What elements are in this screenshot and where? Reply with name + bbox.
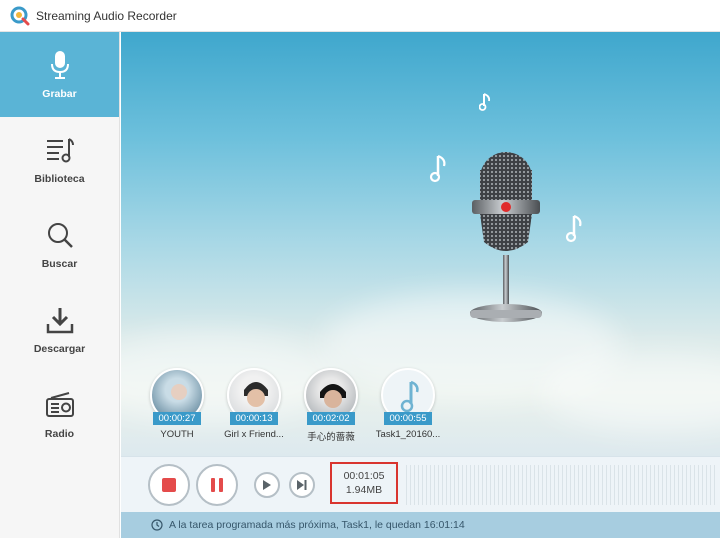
stop-icon [162,478,176,492]
download-icon [45,305,75,335]
recording-duration: 00:02:02 [306,412,356,425]
clock-icon [151,519,163,531]
schedule-status-text: A la tarea programada más próxima, Task1… [169,519,465,531]
sidebar-item-label: Radio [44,427,75,440]
recording-readout: 00:01:05 1.94MB [330,462,398,504]
skip-next-icon [297,480,307,490]
waveform [406,465,716,505]
music-note-icon [565,214,585,249]
app-title: Streaming Audio Recorder [36,8,177,23]
recording-duration: 00:00:13 [229,412,279,425]
recording-name: Task1_20160... [375,429,441,440]
pause-button[interactable] [196,464,238,506]
recent-recordings: 00:00:27 YOUTH 00:00:13 Girl x Friend...… [149,368,440,443]
sidebar-item-radio[interactable]: Radio [0,372,119,457]
sidebar-item-biblioteca[interactable]: Biblioteca [0,117,119,202]
recent-recording-item[interactable]: 00:00:13 Girl x Friend... [224,368,284,443]
playback-controls: 00:01:05 1.94MB [121,456,720,512]
search-icon [45,220,75,250]
next-button[interactable] [289,472,315,498]
recording-name: Girl x Friend... [224,429,284,440]
recording-name: YOUTH [160,429,194,440]
sidebar-item-label: Grabar [42,87,77,100]
sidebar-item-label: Buscar [41,257,78,270]
title-bar: Streaming Audio Recorder [0,0,720,32]
record-stage: 00:00:27 YOUTH 00:00:13 Girl x Friend...… [121,32,720,456]
play-icon [263,480,271,490]
elapsed-time: 00:01:05 [343,470,385,482]
library-icon [45,135,75,165]
music-note-icon [478,92,493,117]
recording-duration: 00:00:27 [152,412,202,425]
microphone-icon [45,50,75,80]
microphone-illustration [466,150,546,335]
pause-icon [211,478,223,492]
radio-icon [45,390,75,420]
recording-duration: 00:00:55 [383,412,433,425]
music-note-icon [429,154,449,189]
sidebar: Grabar Biblioteca Buscar Descargar Radio [0,32,120,538]
sidebar-item-descargar[interactable]: Descargar [0,287,119,372]
recent-recording-item[interactable]: 00:00:27 YOUTH [149,368,205,443]
file-size: 1.94MB [345,484,383,496]
sidebar-item-label: Biblioteca [34,172,85,185]
play-button[interactable] [254,472,280,498]
stop-button[interactable] [148,464,190,506]
sidebar-item-buscar[interactable]: Buscar [0,202,119,287]
app-logo-icon [10,6,30,25]
recording-name: 手心的蔷薇 [307,432,355,443]
sidebar-item-grabar[interactable]: Grabar [0,32,119,117]
recent-recording-item[interactable]: 00:02:02 手心的蔷薇 [303,368,359,443]
sidebar-item-label: Descargar [33,342,86,355]
status-bar: A la tarea programada más próxima, Task1… [121,512,720,538]
recent-recording-item[interactable]: 00:00:55 Task1_20160... [376,368,440,443]
